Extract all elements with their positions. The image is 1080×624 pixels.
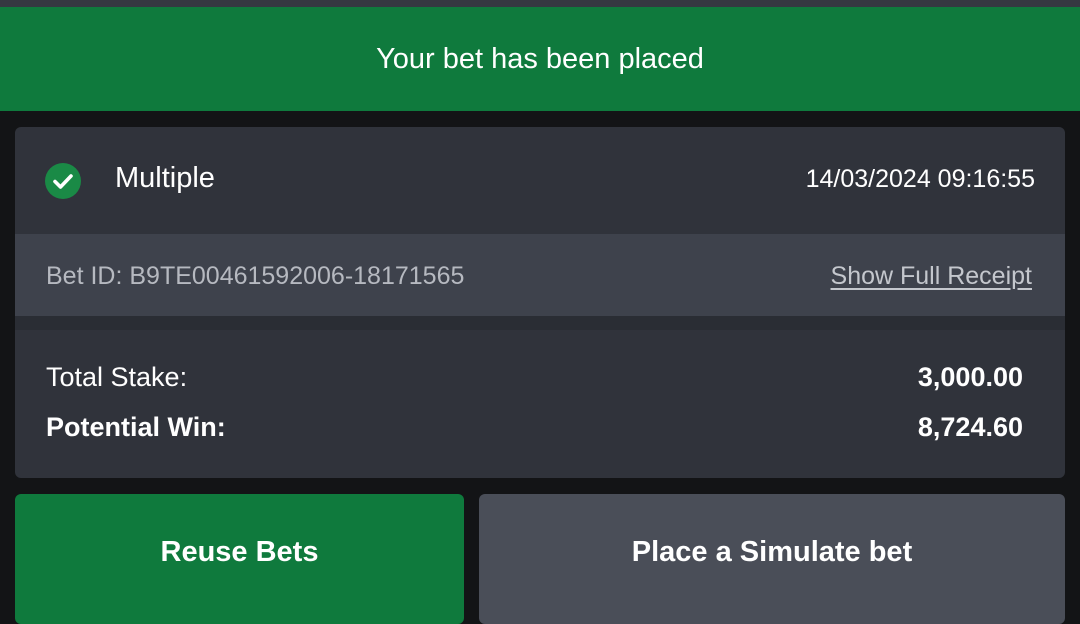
check-circle-icon — [45, 163, 81, 199]
reuse-bets-label: Reuse Bets — [160, 536, 319, 568]
bet-datetime: 14/03/2024 09:16:55 — [805, 165, 1035, 193]
bet-id-row: Bet ID: B9TE00461592006-18171565 Show Fu… — [15, 234, 1065, 316]
total-stake-value: 3,000.00 — [917, 362, 1023, 392]
bet-header: Multiple 14/03/2024 09:16:55 — [15, 127, 1065, 234]
place-simulate-bet-label: Place a Simulate bet — [631, 536, 913, 568]
reuse-bets-button[interactable]: Reuse Bets — [15, 494, 464, 624]
place-simulate-bet-button[interactable]: Place a Simulate bet — [479, 494, 1065, 624]
potential-win-value: 8,724.60 — [917, 412, 1023, 442]
bet-type: Multiple — [115, 162, 215, 194]
potential-win-row: Potential Win: 8,724.60 — [46, 412, 1023, 443]
potential-win-label: Potential Win: — [46, 412, 226, 442]
success-message: Your bet has been placed — [376, 42, 704, 75]
success-banner: Your bet has been placed — [0, 7, 1080, 111]
total-stake-label: Total Stake: — [46, 362, 188, 392]
total-stake-row: Total Stake: 3,000.00 — [46, 362, 1023, 393]
divider — [15, 316, 1065, 330]
bet-receipt-card: Multiple 14/03/2024 09:16:55 Bet ID: B9T… — [15, 127, 1065, 478]
top-strip — [0, 0, 1080, 7]
show-full-receipt-link[interactable]: Show Full Receipt — [831, 262, 1032, 291]
bet-id: Bet ID: B9TE00461592006-18171565 — [46, 262, 465, 290]
